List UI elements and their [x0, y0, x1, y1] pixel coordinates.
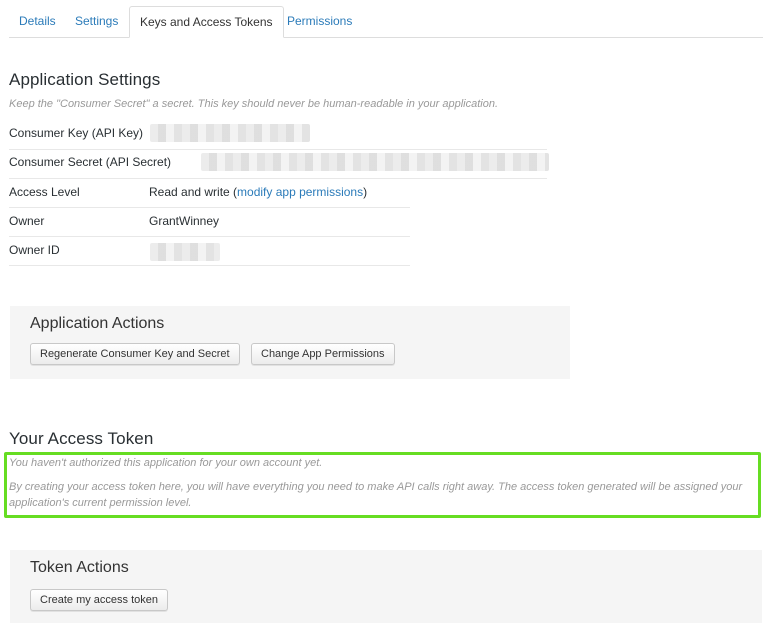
consumer-secret-row: Consumer Secret (API Secret): [9, 148, 554, 177]
owner-value: GrantWinney: [149, 214, 220, 228]
consumer-key-label: Consumer Key (API Key): [9, 126, 144, 140]
application-actions-panel: Application Actions Regenerate Consumer …: [10, 306, 570, 379]
tab-keys-and-access-tokens[interactable]: Keys and Access Tokens: [129, 6, 284, 38]
owner-row: Owner GrantWinney: [9, 207, 409, 236]
consumer-key-row: Consumer Key (API Key): [9, 119, 549, 148]
access-level-suffix: ): [363, 185, 368, 199]
access-level-text: Read and write (: [149, 185, 238, 199]
consumer-secret-note: Keep the "Consumer Secret" a secret. Thi…: [9, 98, 499, 110]
access-level-label: Access Level: [9, 185, 80, 199]
change-app-permissions-button[interactable]: Change App Permissions: [251, 343, 395, 365]
owner-id-redacted: [150, 243, 220, 261]
tab-settings[interactable]: Settings: [65, 6, 128, 37]
your-access-token-heading: Your Access Token: [9, 429, 154, 448]
consumer-secret-label: Consumer Secret (API Secret): [9, 155, 172, 169]
create-access-token-button[interactable]: Create my access token: [30, 589, 168, 611]
application-settings-heading: Application Settings: [9, 70, 161, 89]
row-divider: [9, 265, 410, 266]
token-actions-panel: Token Actions Create my access token: [10, 550, 762, 623]
consumer-key-redacted: [150, 124, 310, 142]
owner-id-row: Owner ID: [9, 236, 409, 265]
access-level-row: Access Level Read and write (modify app …: [9, 178, 409, 207]
consumer-secret-redacted: [201, 153, 549, 171]
token-actions-heading: Token Actions: [30, 559, 129, 576]
access-token-explanation: By creating your access token here, you …: [9, 481, 743, 509]
tab-bar: Details Settings Keys and Access Tokens …: [9, 6, 763, 38]
owner-label: Owner: [9, 214, 45, 228]
tab-permissions[interactable]: Permissions: [277, 6, 362, 37]
modify-app-permissions-link[interactable]: modify app permissions: [237, 185, 363, 199]
regenerate-consumer-key-button[interactable]: Regenerate Consumer Key and Secret: [30, 343, 240, 365]
not-authorized-note: You haven't authorized this application …: [9, 457, 323, 469]
owner-id-label: Owner ID: [9, 243, 60, 257]
application-actions-heading: Application Actions: [30, 315, 165, 332]
tab-details[interactable]: Details: [9, 6, 66, 37]
access-level-value: Read and write (modify app permissions): [149, 178, 367, 207]
page: Details Settings Keys and Access Tokens …: [0, 0, 772, 623]
